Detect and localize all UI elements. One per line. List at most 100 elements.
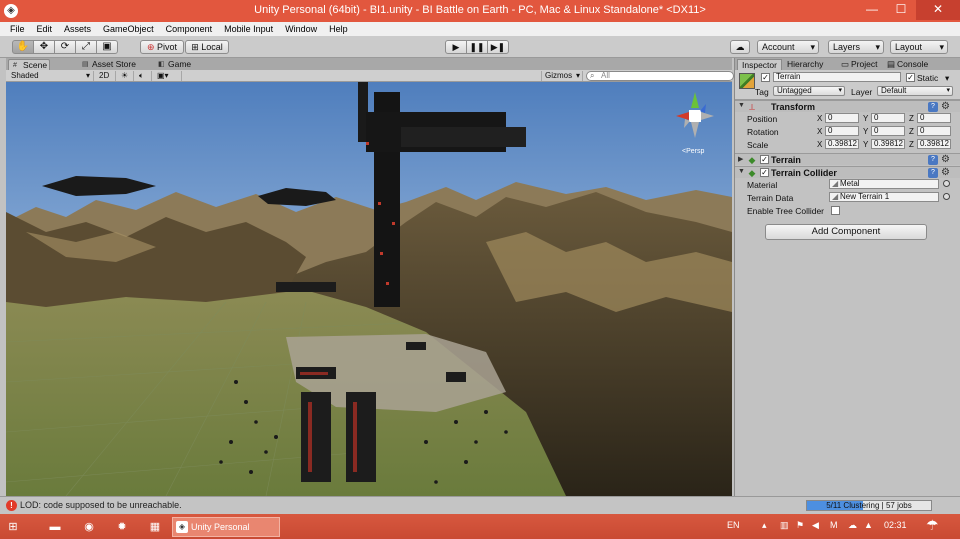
lighting-toggle-icon[interactable]: ☀ (118, 71, 134, 81)
layers-dropdown[interactable]: Layers ▾ (828, 40, 884, 54)
help-icon[interactable]: ? (928, 102, 938, 112)
speaker-icon[interactable]: ◀ (812, 520, 819, 531)
cloud-tray-icon[interactable]: ☁ (848, 520, 857, 531)
gizmos-dropdown[interactable]: Gizmos ▾ (541, 71, 583, 81)
persp-label[interactable]: <Persp (682, 148, 704, 155)
tray-expand-icon[interactable]: ▴ (762, 520, 767, 531)
terrain-enabled-checkbox[interactable]: ✓ (760, 155, 769, 164)
menu-assets[interactable]: Assets (58, 24, 97, 34)
static-dropdown-icon[interactable]: ▾ (945, 73, 949, 84)
menu-file[interactable]: File (4, 24, 31, 34)
taskbar-unity-app[interactable]: ◈ Unity Personal (64bit... (172, 517, 280, 537)
help-icon[interactable]: ? (928, 168, 938, 178)
menu-component[interactable]: Component (160, 24, 219, 34)
position-y-field[interactable]: 0 (871, 113, 905, 123)
material-field[interactable]: ◢ Metal (829, 179, 939, 189)
rotation-x-field[interactable]: 0 (825, 126, 859, 136)
terrain-header[interactable]: ▶ ◆ ✓ Terrain ? ⚙ (735, 153, 960, 165)
minimize-button[interactable]: — (858, 0, 886, 20)
play-button[interactable]: ▶ (445, 40, 467, 54)
app-tray-icon[interactable]: M (830, 520, 838, 530)
gear-icon[interactable]: ⚙ (941, 154, 950, 165)
clock[interactable]: 02:31 (884, 520, 907, 530)
rotation-y-field[interactable]: 0 (871, 126, 905, 136)
scale-tool-icon[interactable]: ⤢ (75, 40, 97, 54)
scene-viewport[interactable]: <Persp (6, 82, 732, 496)
tag-dropdown[interactable]: Untagged (773, 86, 845, 96)
terrain-data-picker-icon[interactable] (943, 193, 950, 200)
pause-button[interactable]: ❚❚ (466, 40, 488, 54)
rect-tool-icon[interactable]: ▣ (96, 40, 118, 54)
signal-icon[interactable]: ▲ (864, 520, 873, 530)
menu-window[interactable]: Window (279, 24, 323, 34)
hand-tool-icon[interactable]: ✋ (12, 40, 34, 54)
gear-icon[interactable]: ⚙ (941, 167, 950, 178)
terrain-collider-header[interactable]: ▼ ◆ ✓ Terrain Collider ? ⚙ (735, 166, 960, 178)
tab-console[interactable]: ▤ Console (885, 59, 932, 70)
position-x-field[interactable]: 0 (825, 113, 859, 123)
menu-edit[interactable]: Edit (31, 24, 59, 34)
tab-asset-store[interactable]: ▤ Asset Store (78, 59, 142, 70)
scale-y-field[interactable]: 0.39812 (871, 139, 905, 149)
move-tool-icon[interactable]: ✥ (33, 40, 55, 54)
add-component-button[interactable]: Add Component (765, 224, 927, 240)
position-z-field[interactable]: 0 (917, 113, 951, 123)
tab-project[interactable]: ▭ Project (839, 59, 881, 70)
object-name-field[interactable]: Terrain (773, 72, 901, 82)
menu-mobile-input[interactable]: Mobile Input (218, 24, 279, 34)
tab-hierarchy[interactable]: Hierarchy (787, 59, 827, 70)
network-icon[interactable]: ▥ (780, 520, 789, 531)
material-picker-icon[interactable] (943, 180, 950, 187)
windows-start-icon[interactable]: ⊞ (4, 518, 22, 536)
shading-mode-dropdown[interactable]: Shaded ▾ (8, 71, 94, 81)
help-icon[interactable]: ? (928, 155, 938, 165)
terrain-collider-title: Terrain Collider (771, 168, 837, 178)
maximize-button[interactable]: ☐ (887, 0, 915, 20)
browser-icon[interactable]: ◉ (80, 518, 98, 536)
rotation-y-label: Y (863, 127, 869, 136)
layout-dropdown[interactable]: Layout ▾ (890, 40, 948, 54)
weather-icon[interactable]: ☂ (926, 517, 939, 534)
terrain-data-field[interactable]: ◢ New Terrain 1 (829, 192, 939, 202)
static-checkbox[interactable]: ✓ (906, 73, 915, 82)
window-title: Unity Personal (64bit) - BI1.unity - BI … (254, 4, 706, 16)
pivot-toggle[interactable]: ⊕ Pivot (140, 40, 184, 54)
rotation-z-field[interactable]: 0 (917, 126, 951, 136)
console-message[interactable]: ! LOD: code supposed to be unreachable. (6, 500, 182, 511)
scene-search-input[interactable]: ⌕ All (586, 71, 734, 81)
scale-x-field[interactable]: 0.39812 (825, 139, 859, 149)
effects-dropdown-icon[interactable]: ▣▾ (154, 71, 182, 81)
transform-header[interactable]: ▼ ⟂ Transform ? ⚙ (735, 100, 960, 112)
tree-collider-label: Enable Tree Collider (747, 206, 825, 216)
local-toggle[interactable]: ⊞ Local (185, 40, 229, 54)
search-placeholder: All (601, 71, 610, 80)
menu-help[interactable]: Help (323, 24, 354, 34)
layer-dropdown[interactable]: Default (877, 86, 953, 96)
calculator-icon[interactable]: ▦ (146, 518, 164, 536)
tree-collider-checkbox[interactable] (831, 206, 840, 215)
language-indicator[interactable]: EN (727, 520, 740, 530)
collider-enabled-checkbox[interactable]: ✓ (760, 168, 769, 177)
step-button[interactable]: ▶❚ (487, 40, 509, 54)
local-icon: ⊞ (191, 42, 199, 52)
flag-icon[interactable]: ⚑ (796, 520, 804, 531)
close-button[interactable]: ✕ (916, 0, 960, 20)
file-explorer-icon[interactable]: ▬ (46, 518, 64, 536)
tab-inspector[interactable]: Inspector (737, 59, 782, 70)
account-dropdown[interactable]: Account ▾ (757, 40, 819, 54)
audio-toggle-icon[interactable]: 🔈︎ (136, 71, 152, 81)
gear-icon[interactable]: ⚙ (941, 101, 950, 112)
tab-hierarchy-label: Hierarchy (787, 59, 824, 69)
tag-label: Tag (755, 87, 769, 97)
scale-z-field[interactable]: 0.39812 (917, 139, 951, 149)
tab-scene[interactable]: # Scene (8, 59, 50, 70)
rotate-tool-icon[interactable]: ⟳ (54, 40, 76, 54)
mode-2d-toggle[interactable]: 2D (96, 71, 116, 81)
physic-material-icon: ◢ (832, 179, 839, 188)
cloud-icon[interactable]: ☁ (730, 40, 750, 54)
transform-tools: ✋ ✥ ⟳ ⤢ ▣ (12, 40, 118, 54)
menu-gameobject[interactable]: GameObject (97, 24, 160, 34)
tab-game[interactable]: ◧ Game (154, 59, 196, 70)
media-player-icon[interactable]: ✹ (113, 518, 131, 536)
object-active-checkbox[interactable]: ✓ (761, 73, 770, 82)
